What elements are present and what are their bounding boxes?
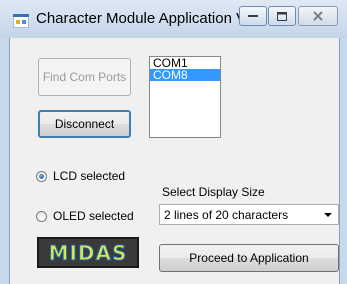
maximize-button[interactable] xyxy=(268,6,296,26)
dropdown-arrow-icon[interactable] xyxy=(324,213,332,217)
disconnect-button[interactable]: Disconnect xyxy=(38,110,131,138)
com-port-item-selected[interactable]: COM8 xyxy=(150,69,220,81)
display-size-label: Select Display Size xyxy=(162,185,265,199)
lcd-radio[interactable]: LCD selected xyxy=(36,169,125,183)
main-panel: Find Com Ports Disconnect COM1 COM8 LCD … xyxy=(9,38,340,284)
find-com-ports-button[interactable]: Find Com Ports xyxy=(38,58,131,96)
app-window: Character Module Application V1.1 Find C… xyxy=(0,0,347,284)
minimize-button[interactable] xyxy=(239,6,267,26)
midas-logo: MIDAS xyxy=(37,237,139,268)
radio-checked-icon xyxy=(36,170,47,182)
com-port-list[interactable]: COM1 COM8 xyxy=(149,56,221,138)
display-size-dropdown[interactable]: 2 lines of 20 characters xyxy=(159,204,339,225)
window-title: Character Module Application V1.1 xyxy=(36,10,267,27)
oled-radio[interactable]: OLED selected xyxy=(36,209,134,223)
app-window-icon xyxy=(13,14,29,28)
proceed-to-application-button[interactable]: Proceed to Application xyxy=(159,244,339,272)
radio-unchecked-icon xyxy=(36,210,47,222)
title-bar[interactable]: Character Module Application V1.1 xyxy=(0,0,347,38)
lcd-radio-label: LCD selected xyxy=(53,169,126,183)
close-icon xyxy=(313,11,323,21)
oled-radio-label: OLED selected xyxy=(53,209,134,223)
maximize-icon xyxy=(277,11,287,21)
display-size-value: 2 lines of 20 characters xyxy=(164,207,289,222)
minimize-icon xyxy=(248,15,258,17)
close-button[interactable] xyxy=(298,6,338,26)
